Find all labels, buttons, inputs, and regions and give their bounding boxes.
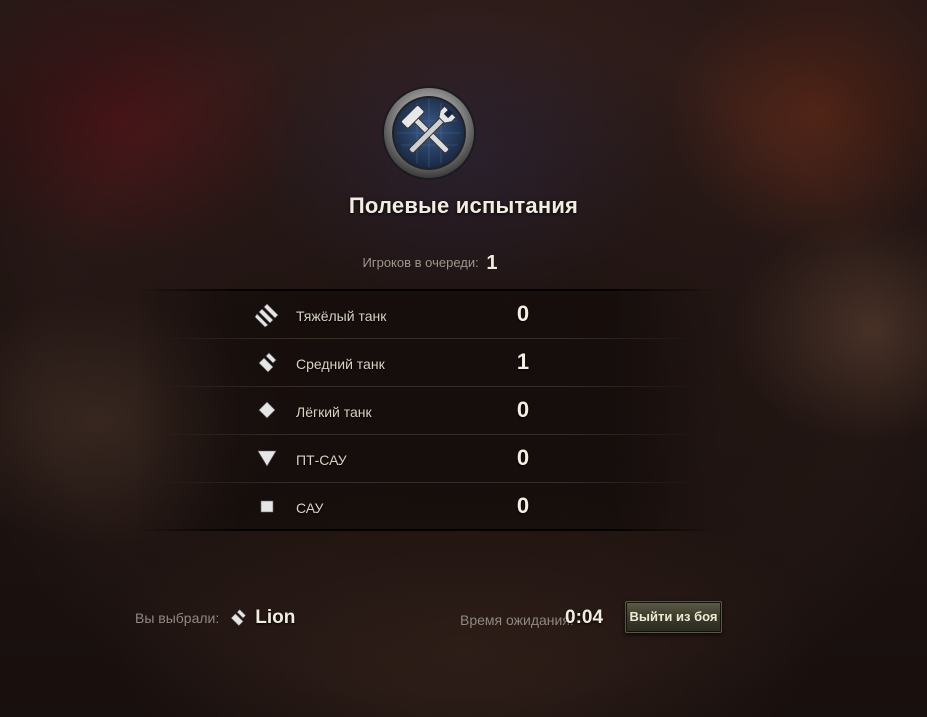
exit-battle-button[interactable]: Выйти из боя <box>625 601 722 633</box>
tank-type-label: САУ <box>296 500 324 516</box>
selected-vehicle: Вы выбрали: Lion <box>135 607 295 629</box>
wait-time-label: Время ожидания: <box>460 612 574 628</box>
spg-icon <box>260 500 274 513</box>
tank-type-label: ПТ-САУ <box>296 452 347 468</box>
tank-type-label: Лёгкий танк <box>296 404 372 420</box>
queue-status: Игроков в очереди: 1 <box>0 252 860 275</box>
tank-type-row-medium: Средний танк 1 <box>135 339 720 387</box>
medium-tank-icon <box>258 352 277 373</box>
light-tank-icon <box>258 401 276 419</box>
wait-time-value: 0:04 <box>565 607 604 628</box>
tank-type-table: Тяжёлый танк 0 Средний танк 1 Лёгкий тан… <box>135 289 720 531</box>
tank-type-row-heavy: Тяжёлый танк 0 <box>135 291 720 339</box>
tank-type-count: 0 <box>516 493 530 518</box>
selected-vehicle-name: Lion <box>255 607 296 628</box>
tank-type-count: 0 <box>516 397 530 422</box>
hammer-wrench-emblem-icon <box>382 86 476 180</box>
tank-type-label: Тяжёлый танк <box>296 308 387 324</box>
tank-type-row-td: ПТ-САУ 0 <box>135 435 720 483</box>
tank-type-count: 0 <box>516 445 530 470</box>
tank-type-count: 0 <box>516 301 530 326</box>
tank-type-row-spg: САУ 0 <box>135 483 720 531</box>
tank-type-row-light: Лёгкий танк 0 <box>135 387 720 435</box>
tank-destroyer-icon <box>257 450 277 467</box>
heavy-tank-icon <box>254 303 279 328</box>
mode-title: Полевые испытания <box>348 193 579 218</box>
queue-count: 1 <box>486 252 498 274</box>
tank-type-label: Средний танк <box>296 356 385 372</box>
tank-type-count: 1 <box>516 349 530 374</box>
selected-label: Вы выбрали: <box>135 610 220 626</box>
queue-label: Игроков в очереди: <box>362 255 479 270</box>
medium-tank-icon <box>231 609 247 626</box>
